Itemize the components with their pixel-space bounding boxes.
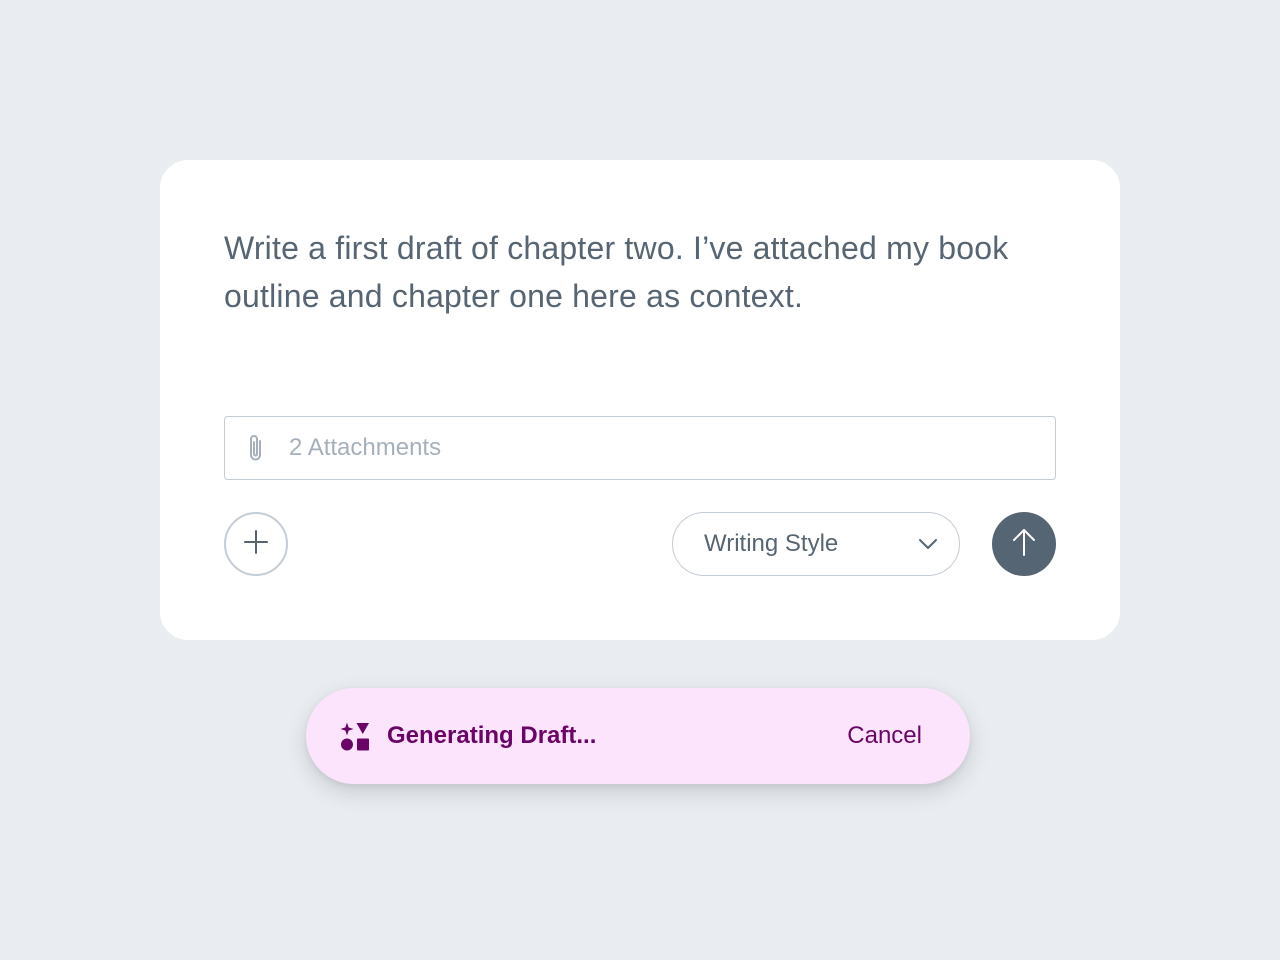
cancel-button[interactable]: Cancel xyxy=(847,720,922,752)
attachments-field[interactable]: 2 Attachments xyxy=(224,416,1056,480)
plus-icon xyxy=(243,529,269,560)
shapes-icon xyxy=(340,722,370,752)
composer-card: Write a first draft of chapter two. I’ve… xyxy=(160,160,1120,640)
writing-style-label: Writing Style xyxy=(704,530,839,557)
generating-status-bar: Generating Draft... Cancel xyxy=(306,688,970,784)
arrow-up-icon xyxy=(1010,527,1038,562)
attachments-label: 2 Attachments xyxy=(289,434,442,461)
prompt-text[interactable]: Write a first draft of chapter two. I’ve… xyxy=(224,224,1024,320)
send-button[interactable] xyxy=(992,512,1056,576)
paperclip-icon xyxy=(244,432,268,464)
chevron-down-icon xyxy=(917,535,939,553)
generating-label: Generating Draft... xyxy=(387,722,597,749)
writing-style-select[interactable]: Writing Style xyxy=(672,512,960,576)
add-button[interactable] xyxy=(224,512,288,576)
